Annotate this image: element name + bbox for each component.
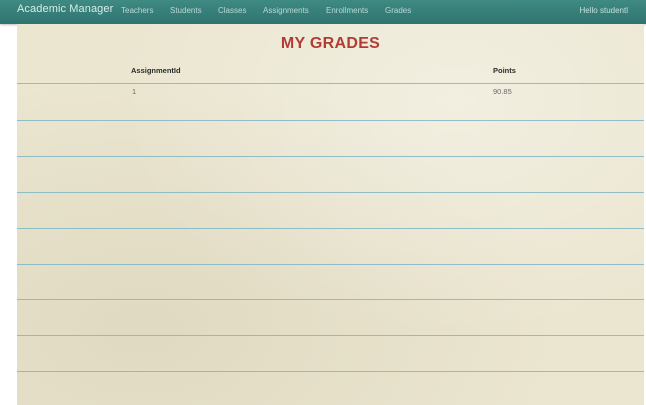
nav-link-classes[interactable]: Classes bbox=[218, 6, 246, 15]
nav-link-grades[interactable]: Grades bbox=[385, 6, 411, 15]
ruled-line bbox=[17, 120, 644, 121]
user-greeting-link[interactable]: Hello studentl bbox=[580, 6, 628, 15]
ruled-line bbox=[17, 371, 644, 372]
ruled-line bbox=[17, 299, 644, 300]
cell-points: 90.85 bbox=[493, 87, 512, 96]
ruled-line bbox=[17, 228, 644, 229]
nav-link-teachers[interactable]: Teachers bbox=[121, 6, 153, 15]
nav-link-students[interactable]: Students bbox=[170, 6, 202, 15]
brand-link[interactable]: Academic Manager bbox=[17, 3, 113, 15]
ruled-line bbox=[17, 83, 644, 84]
ruled-line bbox=[17, 156, 644, 157]
ruled-line bbox=[17, 335, 644, 336]
top-navbar: Academic Manager Teachers Students Class… bbox=[0, 0, 646, 24]
ruled-line bbox=[17, 192, 644, 193]
nav-link-enrollments[interactable]: Enrollments bbox=[326, 6, 368, 15]
notebook-paper-panel: MY GRADES AssignmentId Points 1 90.85 bbox=[17, 24, 644, 405]
page-title: MY GRADES bbox=[280, 35, 381, 52]
column-header-points: Points bbox=[493, 66, 516, 75]
column-header-assignment-id: AssignmentId bbox=[131, 66, 181, 75]
nav-link-assignments[interactable]: Assignments bbox=[263, 6, 309, 15]
ruled-line bbox=[17, 264, 644, 265]
cell-assignment-id: 1 bbox=[132, 87, 137, 96]
